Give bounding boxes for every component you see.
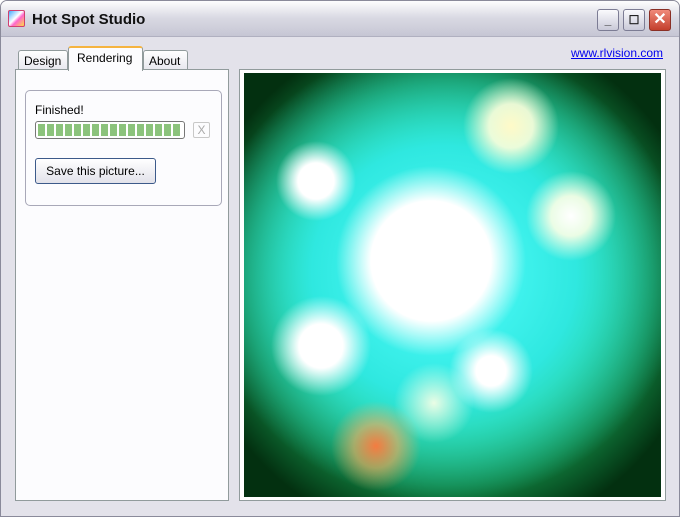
progress-bar xyxy=(35,121,185,139)
maximize-button[interactable]: ☐ xyxy=(623,9,645,31)
app-window: Hot Spot Studio _ ☐ ✕ www.rlvision.com D… xyxy=(0,0,680,517)
progress-fill xyxy=(38,124,182,136)
preview-frame xyxy=(239,69,666,501)
close-button[interactable]: ✕ xyxy=(649,9,671,31)
tab-about[interactable]: About xyxy=(143,50,188,70)
minimize-button[interactable]: _ xyxy=(597,9,619,31)
title-bar[interactable]: Hot Spot Studio _ ☐ ✕ xyxy=(1,1,679,37)
website-link[interactable]: www.rlvision.com xyxy=(571,46,663,60)
tab-design[interactable]: Design xyxy=(18,50,68,70)
render-group: Finished! X Save this picture... xyxy=(25,90,222,206)
save-picture-button[interactable]: Save this picture... xyxy=(35,158,156,184)
cancel-render-button[interactable]: X xyxy=(193,122,210,138)
rendering-panel: Finished! X Save this picture... xyxy=(15,69,229,501)
status-label: Finished! xyxy=(35,103,84,117)
app-icon xyxy=(8,10,25,27)
window-title: Hot Spot Studio xyxy=(32,11,146,28)
tab-rendering[interactable]: Rendering xyxy=(68,46,143,71)
rendered-hotspot-image xyxy=(244,73,661,497)
